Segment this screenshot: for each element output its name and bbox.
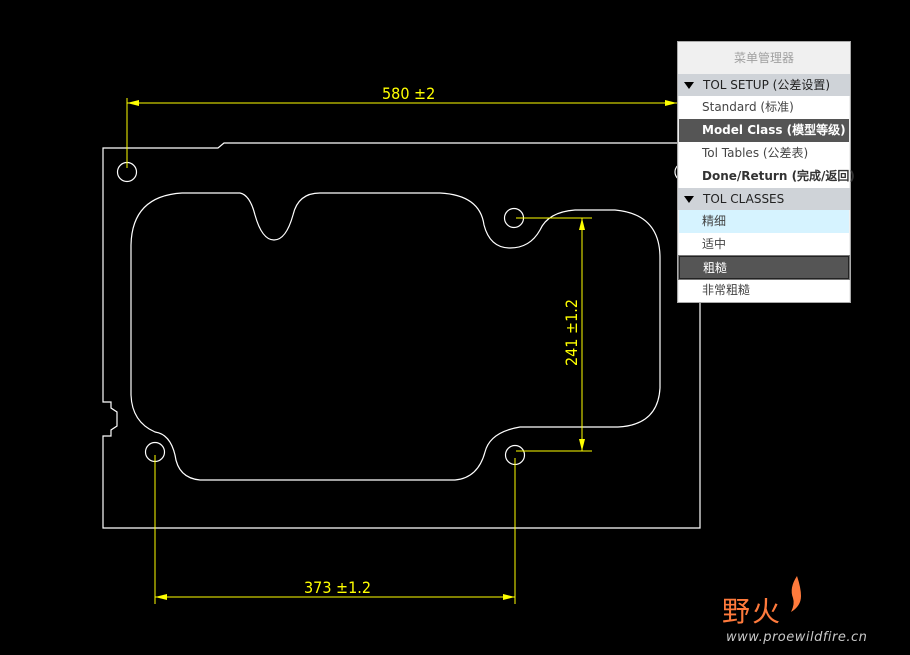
menu-item-standard[interactable]: Standard (标准) xyxy=(679,96,849,119)
dimension-top[interactable] xyxy=(126,98,677,168)
watermark-url: www.proewildfire.cn xyxy=(726,630,868,645)
triangle-down-icon[interactable] xyxy=(684,195,694,203)
dimension-top-text[interactable]: 580 ±2 xyxy=(382,84,435,103)
section-tol-setup-label: TOL SETUP (公差设置) xyxy=(703,78,831,92)
plate-outline xyxy=(102,142,701,529)
menu-item-fine[interactable]: 精细 xyxy=(679,210,849,233)
section-tol-classes-label: TOL CLASSES xyxy=(703,192,785,206)
menu-item-very-coarse[interactable]: 非常粗糙 xyxy=(679,279,849,302)
flame-icon xyxy=(791,576,801,612)
dimension-side-text[interactable]: 241 ±1.2 xyxy=(562,299,581,366)
section-tol-classes[interactable]: TOL CLASSES xyxy=(678,188,850,210)
menu-manager: 菜单管理器 TOL SETUP (公差设置) Standard (标准) Mod… xyxy=(677,41,855,303)
menu-item-coarse[interactable]: 粗糙 xyxy=(678,255,850,280)
menu-item-model-class[interactable]: Model Class (模型等级) xyxy=(679,119,849,142)
menu-item-done-return[interactable]: Done/Return (完成/返回) xyxy=(679,165,855,188)
menu-item-medium[interactable]: 适中 xyxy=(679,233,849,256)
triangle-down-icon[interactable] xyxy=(684,81,694,89)
dimension-bottom-text[interactable]: 373 ±1.2 xyxy=(304,578,371,597)
section-tol-setup[interactable]: TOL SETUP (公差设置) xyxy=(678,74,850,96)
watermark-logo: 野火 xyxy=(722,595,783,628)
menu-item-tol-tables[interactable]: Tol Tables (公差表) xyxy=(679,142,849,165)
menu-title: 菜单管理器 xyxy=(733,51,794,65)
